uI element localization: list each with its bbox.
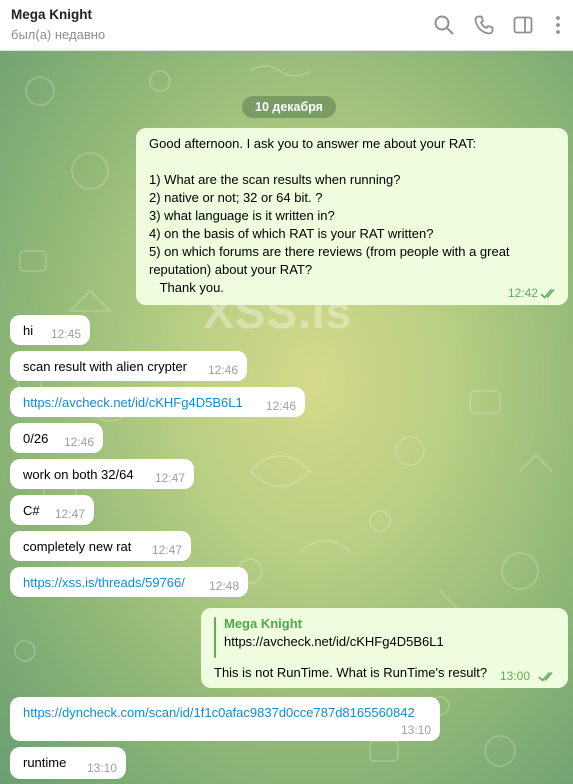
message-text: completely new rat bbox=[23, 539, 132, 554]
incoming-message[interactable]: https://avcheck.net/id/cKHFg4D5B6L1 12:4… bbox=[10, 387, 305, 417]
message-text: Good afternoon. I ask you to answer me a… bbox=[149, 136, 510, 295]
message-time: 12:46 bbox=[207, 363, 238, 377]
chat-title[interactable]: Mega Knight bbox=[11, 7, 92, 22]
message-text: 0/26 bbox=[23, 431, 49, 446]
message-time: 13:10 bbox=[400, 723, 431, 737]
message-time: 12:42 bbox=[507, 286, 538, 300]
chat-status: был(а) недавно bbox=[11, 27, 106, 42]
incoming-message[interactable]: https://xss.is/threads/59766/ 12:48 bbox=[10, 567, 248, 597]
message-time: 12:48 bbox=[208, 579, 239, 593]
incoming-message[interactable]: C# 12:47 bbox=[10, 495, 94, 525]
search-icon[interactable] bbox=[432, 13, 456, 37]
reply-quoted-text[interactable]: https://avcheck.net/id/cKHFg4D5B6L1 bbox=[224, 634, 444, 649]
chat-header: Mega Knight был(а) недавно bbox=[0, 0, 573, 51]
message-time: 12:46 bbox=[63, 435, 94, 449]
double-check-icon bbox=[540, 288, 555, 299]
message-time: 12:47 bbox=[154, 471, 185, 485]
outgoing-reply-message[interactable]: Mega Knight https://avcheck.net/id/cKHFg… bbox=[201, 608, 568, 688]
reply-quote-bar bbox=[214, 617, 216, 658]
message-link[interactable]: https://xss.is/threads/59766/ bbox=[23, 575, 185, 590]
message-time: 12:46 bbox=[265, 399, 296, 413]
message-time: 13:10 bbox=[86, 761, 117, 775]
message-text: hi bbox=[23, 323, 34, 338]
date-separator: 10 декабря bbox=[242, 96, 336, 118]
message-link[interactable]: https://avcheck.net/id/cKHFg4D5B6L1 bbox=[23, 395, 243, 410]
incoming-message[interactable]: 0/26 12:46 bbox=[10, 423, 103, 453]
incoming-message[interactable]: runtime 13:10 bbox=[10, 747, 126, 779]
incoming-message[interactable]: completely new rat 12:47 bbox=[10, 531, 191, 561]
message-text: runtime bbox=[23, 755, 67, 770]
message-text: C# bbox=[23, 503, 40, 518]
message-time: 12:47 bbox=[151, 543, 182, 557]
outgoing-message[interactable]: Good afternoon. I ask you to answer me a… bbox=[136, 128, 568, 305]
more-vertical-icon[interactable] bbox=[546, 13, 570, 37]
incoming-message[interactable]: scan result with alien crypter 12:46 bbox=[10, 351, 247, 381]
message-time: 12:45 bbox=[50, 327, 81, 341]
incoming-message[interactable]: hi 12:45 bbox=[10, 315, 90, 345]
message-text: work on both 32/64 bbox=[23, 467, 134, 482]
message-link[interactable]: https://dyncheck.com/scan/id/1f1c0afac98… bbox=[23, 705, 415, 720]
message-text: This is not RunTime. What is RunTime's r… bbox=[214, 665, 488, 680]
phone-icon[interactable] bbox=[472, 13, 496, 37]
sidebar-toggle-icon[interactable] bbox=[511, 13, 535, 37]
incoming-message[interactable]: https://dyncheck.com/scan/id/1f1c0afac98… bbox=[10, 697, 440, 741]
message-text: scan result with alien crypter bbox=[23, 359, 188, 374]
chat-area[interactable]: XSS.is 10 декабря Good afternoon. I ask … bbox=[0, 51, 573, 784]
double-check-icon bbox=[538, 671, 553, 682]
message-time: 13:00 bbox=[499, 669, 530, 683]
incoming-message[interactable]: work on both 32/64 12:47 bbox=[10, 459, 194, 489]
message-time: 12:47 bbox=[54, 507, 85, 521]
reply-author[interactable]: Mega Knight bbox=[224, 616, 302, 631]
